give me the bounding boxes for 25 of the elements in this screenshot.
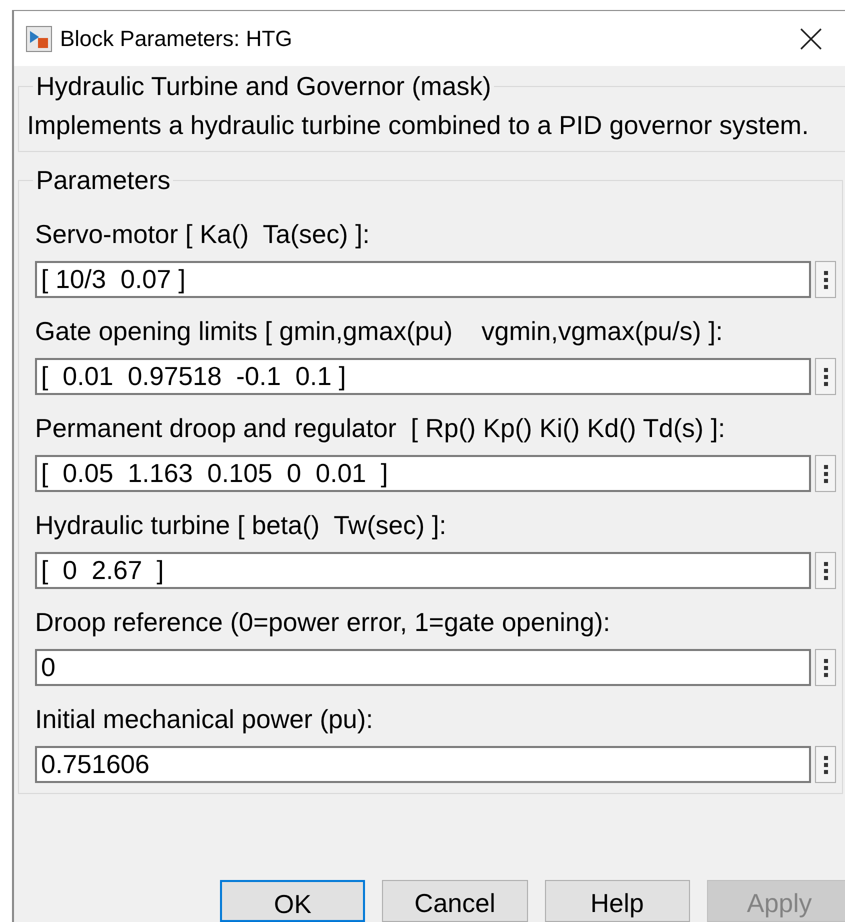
field-label: Hydraulic turbine [ beta() Tw(sec) ]: [35, 509, 448, 542]
field-label: Droop reference (0=power error, 1=gate opening): [35, 606, 612, 639]
description-text: Implements a hydraulic turbine combined to a PID governor system. [27, 109, 810, 141]
field-label: Servo-motor [ Ka() Ta(sec) ]: [35, 218, 371, 251]
more-options-button[interactable] [815, 261, 836, 298]
close-icon[interactable] [800, 28, 822, 50]
input-field[interactable]: [ 0 2.67 ] [35, 552, 811, 589]
dialog-button[interactable]: Help [544, 880, 690, 922]
input-field[interactable]: 0 [35, 649, 811, 686]
input-field[interactable]: [ 0.01 0.97518 -0.1 0.1 ] [35, 358, 811, 395]
more-options-button[interactable] [815, 746, 836, 783]
dialog-button[interactable]: Cancel [382, 880, 528, 922]
more-options-button[interactable] [815, 552, 836, 589]
input-field[interactable]: 0.751606 [35, 746, 811, 783]
input-field[interactable]: [ 0.05 1.163 0.105 0 0.01 ] [35, 455, 811, 492]
field-label: Initial mechanical power (pu): [35, 703, 374, 736]
input-field[interactable]: [ 10/3 0.07 ] [35, 261, 811, 298]
field-label: Permanent droop and regulator [ Rp() Kp() Ki() Kd() Td(s) ]: [35, 412, 726, 445]
more-options-button[interactable] [815, 649, 836, 686]
field-label: Gate opening limits [ gmin,gmax(pu) vgmin,vgmax(pu/s) ]: [35, 315, 724, 348]
more-options-button[interactable] [815, 455, 836, 492]
window-title: Block Parameters: HTG [60, 25, 292, 53]
block-icon [26, 26, 52, 52]
more-options-button[interactable] [815, 358, 836, 395]
dialog-button[interactable]: OK [220, 880, 366, 922]
